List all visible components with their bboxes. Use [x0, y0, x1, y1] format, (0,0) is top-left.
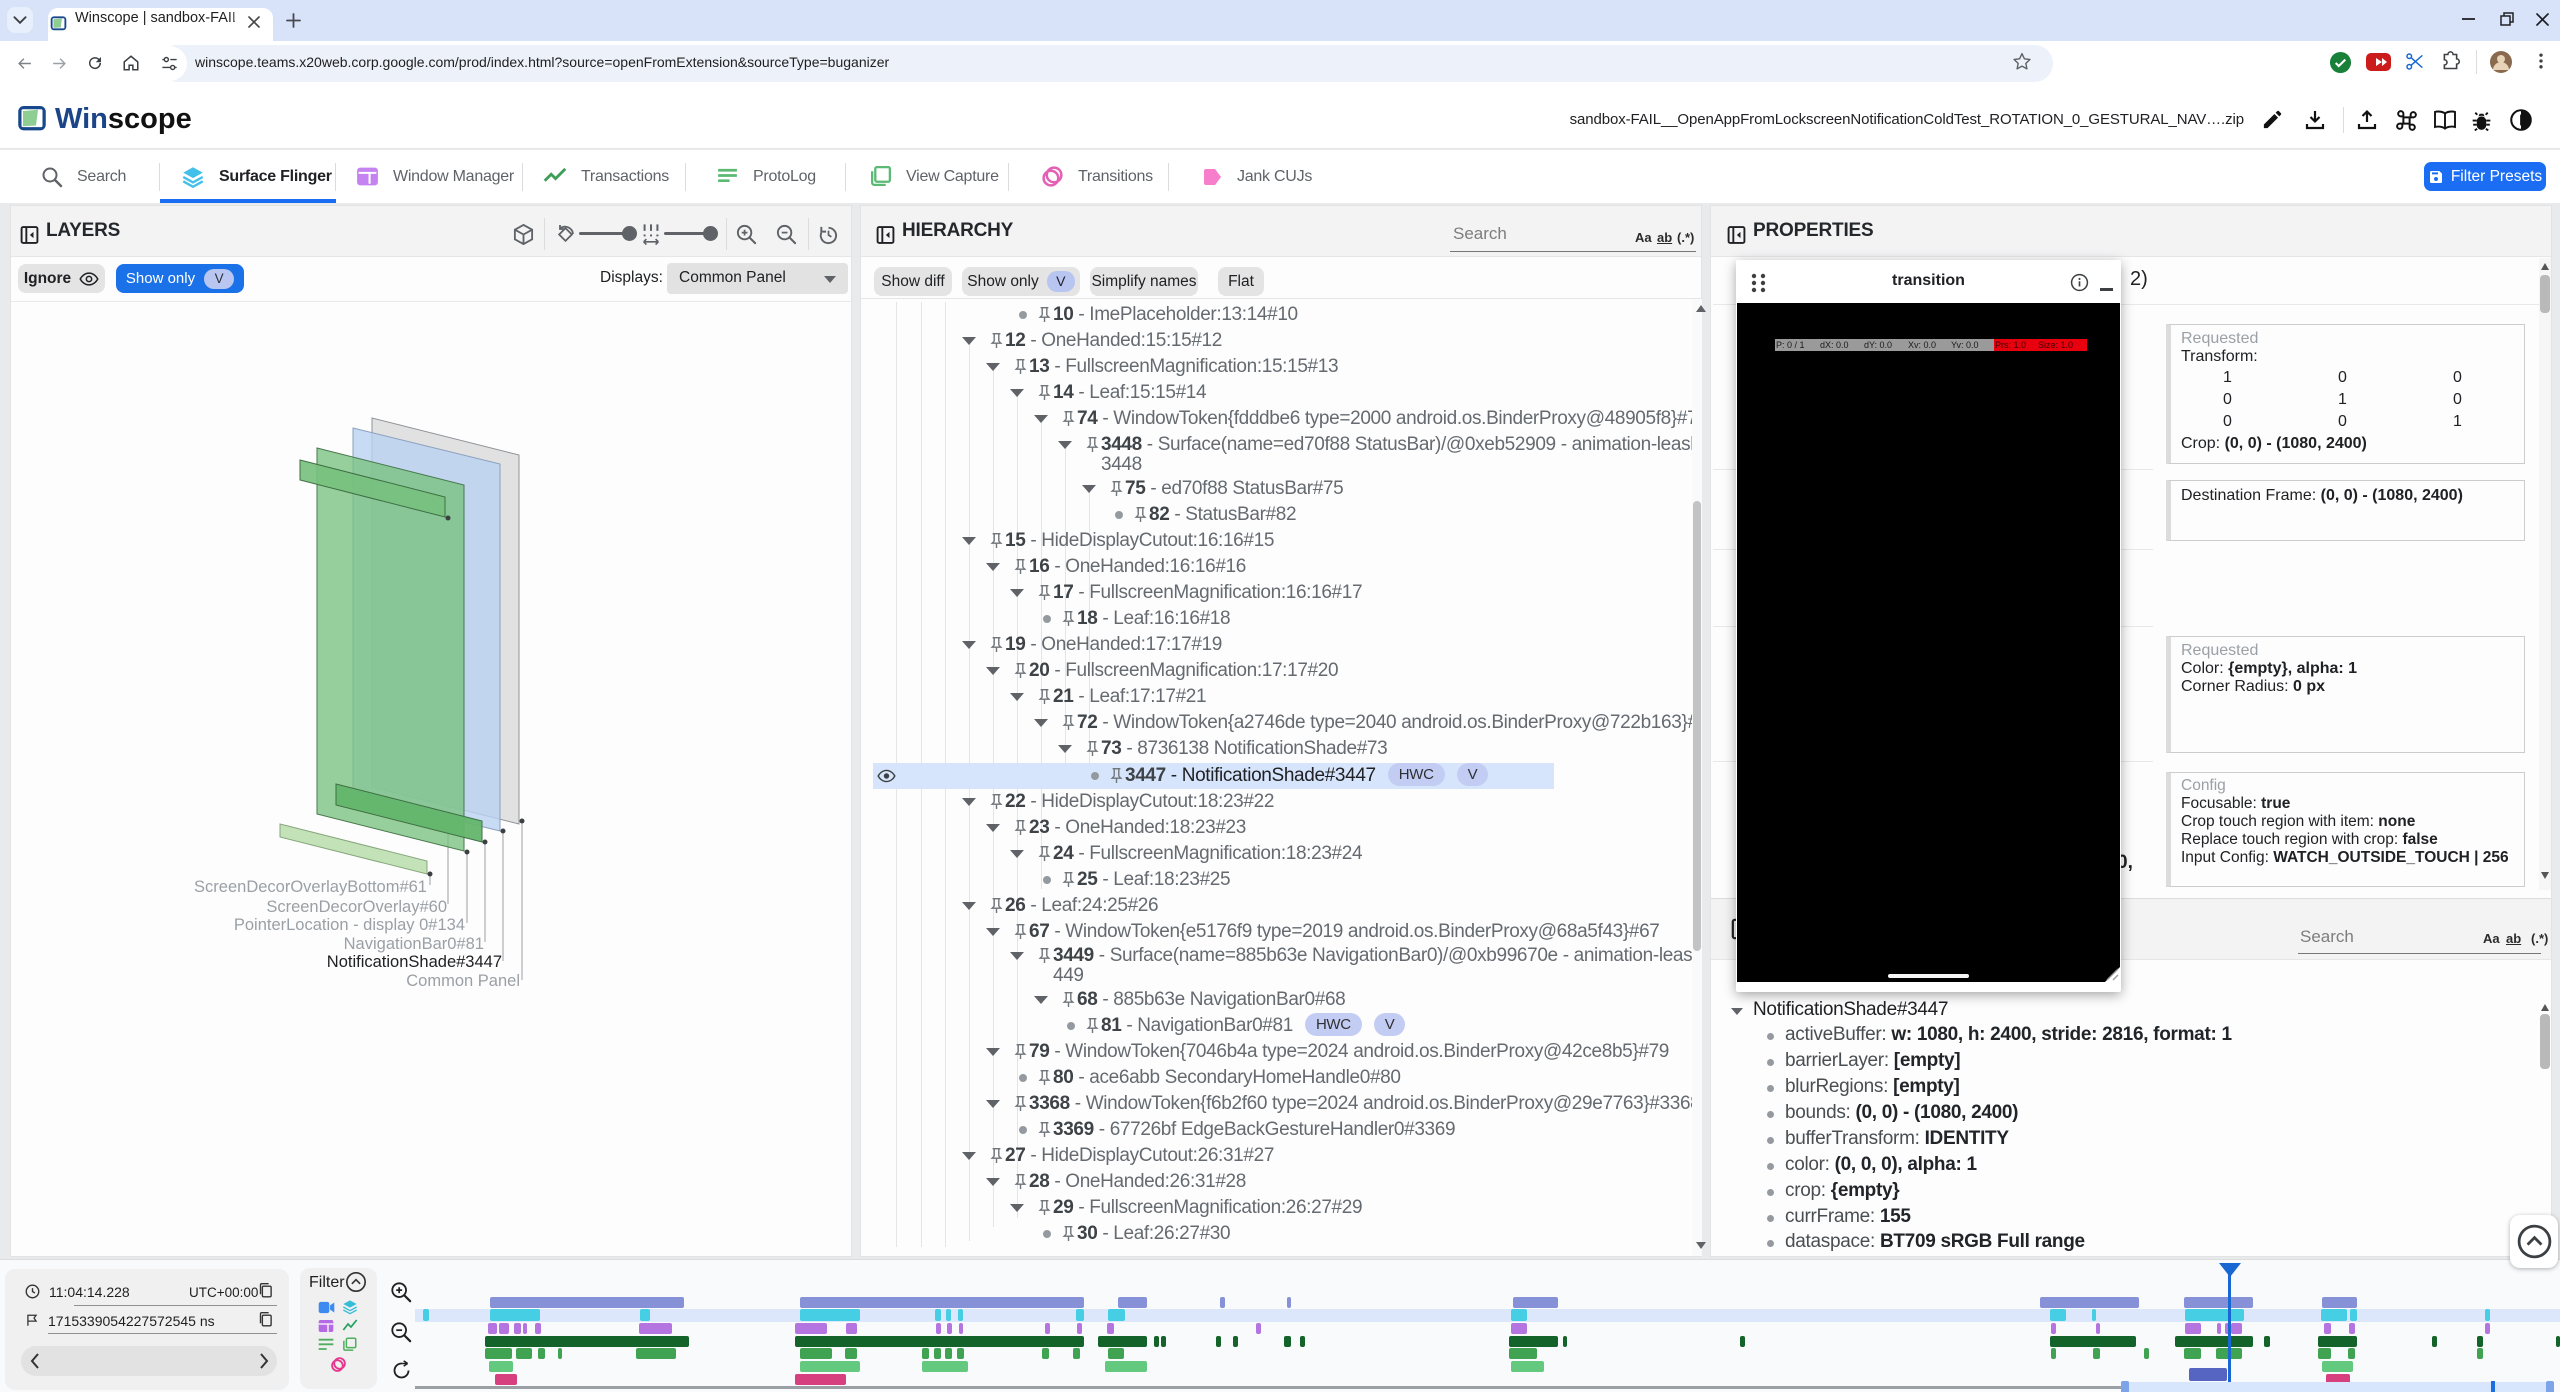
svg-text:NotificationShade#3447: NotificationShade#3447 — [327, 953, 502, 971]
svg-text:ScreenDecorOverlayBottom#61: ScreenDecorOverlayBottom#61 — [194, 878, 427, 896]
svg-text:PointerLocation - display 0#13: PointerLocation - display 0#134 — [234, 916, 465, 934]
svg-text:NavigationBar0#81: NavigationBar0#81 — [344, 935, 484, 953]
svg-text:ScreenDecorOverlay#60: ScreenDecorOverlay#60 — [266, 898, 447, 916]
svg-text:Common Panel: Common Panel — [406, 972, 520, 990]
